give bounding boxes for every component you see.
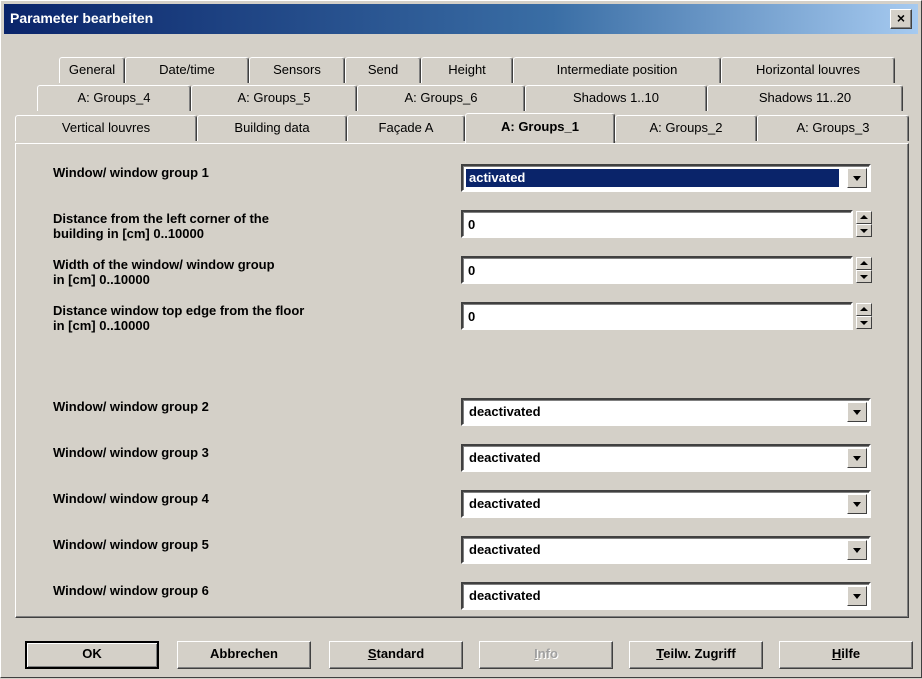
label-window-group-3: Window/ window group 3	[53, 445, 209, 460]
top-edge-spinner[interactable]	[856, 303, 872, 329]
accel-key: S	[367, 646, 377, 661]
button-label: nfo	[537, 646, 558, 661]
label-line: Width of the window/ window group	[53, 257, 275, 272]
select-value: deactivated	[469, 450, 541, 465]
distance-left-field[interactable]: 0	[461, 210, 853, 238]
field-value: 0	[468, 217, 476, 232]
button-label: ilfe	[841, 646, 861, 661]
select-window-group-2[interactable]: deactivated	[461, 398, 871, 426]
chevron-down-icon[interactable]	[847, 540, 867, 560]
chevron-down-icon[interactable]	[847, 402, 867, 422]
chevron-down-icon[interactable]	[847, 448, 867, 468]
label-window-group-6: Window/ window group 6	[53, 583, 209, 598]
field-value: 0	[468, 263, 476, 278]
tab-building-data[interactable]: Building data	[197, 115, 347, 141]
window-title: Parameter bearbeiten	[10, 10, 154, 26]
title-bar[interactable]: Parameter bearbeiten ×	[4, 4, 918, 34]
tab-horizontal-louvres[interactable]: Horizontal louvres	[721, 57, 895, 83]
close-icon: ×	[896, 10, 906, 26]
accel-key: H	[831, 646, 842, 661]
spin-up-icon[interactable]	[856, 257, 872, 270]
tab-a-groups-3[interactable]: A: Groups_3	[757, 115, 909, 141]
width-field[interactable]: 0	[461, 256, 853, 284]
tab-height[interactable]: Height	[421, 57, 513, 83]
dialog-window: Parameter bearbeiten × General Date/time…	[0, 0, 922, 678]
chevron-down-icon[interactable]	[847, 494, 867, 514]
spin-down-icon[interactable]	[856, 316, 872, 329]
select-value: deactivated	[469, 588, 541, 603]
label-window-group-4: Window/ window group 4	[53, 491, 209, 506]
label-top-edge: Distance window top edge from the floor …	[53, 303, 304, 333]
spin-up-icon[interactable]	[856, 303, 872, 316]
select-window-group-6[interactable]: deactivated	[461, 582, 871, 610]
info-button: Info	[479, 641, 613, 669]
tab-sensors[interactable]: Sensors	[249, 57, 345, 83]
select-value: activated	[466, 169, 839, 187]
button-label: eilw. Zugriff	[663, 646, 736, 661]
ok-button[interactable]: OK	[25, 641, 159, 669]
standard-button[interactable]: Standard	[329, 641, 463, 669]
field-value: 0	[468, 309, 476, 324]
help-button[interactable]: Hilfe	[779, 641, 913, 669]
select-window-group-4[interactable]: deactivated	[461, 490, 871, 518]
button-label: tandard	[376, 646, 425, 661]
spin-down-icon[interactable]	[856, 224, 872, 237]
select-value: deactivated	[469, 542, 541, 557]
chevron-down-icon[interactable]	[847, 586, 867, 606]
partial-access-button[interactable]: Teilw. Zugriff	[629, 641, 763, 669]
width-spinner[interactable]	[856, 257, 872, 283]
label-window-group-1: Window/ window group 1	[53, 165, 209, 180]
label-line: in [cm] 0..10000	[53, 318, 150, 333]
tab-shadows-11-20[interactable]: Shadows 11..20	[707, 85, 903, 111]
tab-a-groups-5[interactable]: A: Groups_5	[191, 85, 357, 111]
close-button[interactable]: ×	[890, 9, 912, 29]
label-width: Width of the window/ window group in [cm…	[53, 257, 275, 287]
label-distance-left: Distance from the left corner of the bui…	[53, 211, 269, 241]
tab-a-groups-1[interactable]: A: Groups_1	[465, 113, 615, 143]
label-line: Distance window top edge from the floor	[53, 303, 305, 318]
select-window-group-1[interactable]: activated	[461, 164, 871, 192]
tab-send[interactable]: Send	[345, 57, 421, 83]
select-value: deactivated	[469, 496, 541, 511]
select-window-group-3[interactable]: deactivated	[461, 444, 871, 472]
tab-a-groups-6[interactable]: A: Groups_6	[357, 85, 525, 111]
tab-date-time[interactable]: Date/time	[125, 57, 249, 83]
tab-vertical-louvres[interactable]: Vertical louvres	[15, 115, 197, 141]
tab-a-groups-4[interactable]: A: Groups_4	[37, 85, 191, 111]
select-value: deactivated	[469, 404, 541, 419]
tab-intermediate-position[interactable]: Intermediate position	[513, 57, 721, 83]
label-window-group-2: Window/ window group 2	[53, 399, 209, 414]
label-line: building in [cm] 0..10000	[53, 226, 204, 241]
select-window-group-5[interactable]: deactivated	[461, 536, 871, 564]
cancel-button[interactable]: Abbrechen	[177, 641, 311, 669]
tab-a-groups-2[interactable]: A: Groups_2	[615, 115, 757, 141]
label-line: Distance from the left corner of the	[53, 211, 269, 226]
top-edge-field[interactable]: 0	[461, 302, 853, 330]
chevron-down-icon[interactable]	[847, 168, 867, 188]
distance-left-spinner[interactable]	[856, 211, 872, 237]
label-line: in [cm] 0..10000	[53, 272, 150, 287]
spin-up-icon[interactable]	[856, 211, 872, 224]
label-window-group-5: Window/ window group 5	[53, 537, 209, 552]
tab-facade-a[interactable]: Façade A	[347, 115, 465, 141]
tab-shadows-1-10[interactable]: Shadows 1..10	[525, 85, 707, 111]
tab-general[interactable]: General	[59, 57, 125, 83]
spin-down-icon[interactable]	[856, 270, 872, 283]
